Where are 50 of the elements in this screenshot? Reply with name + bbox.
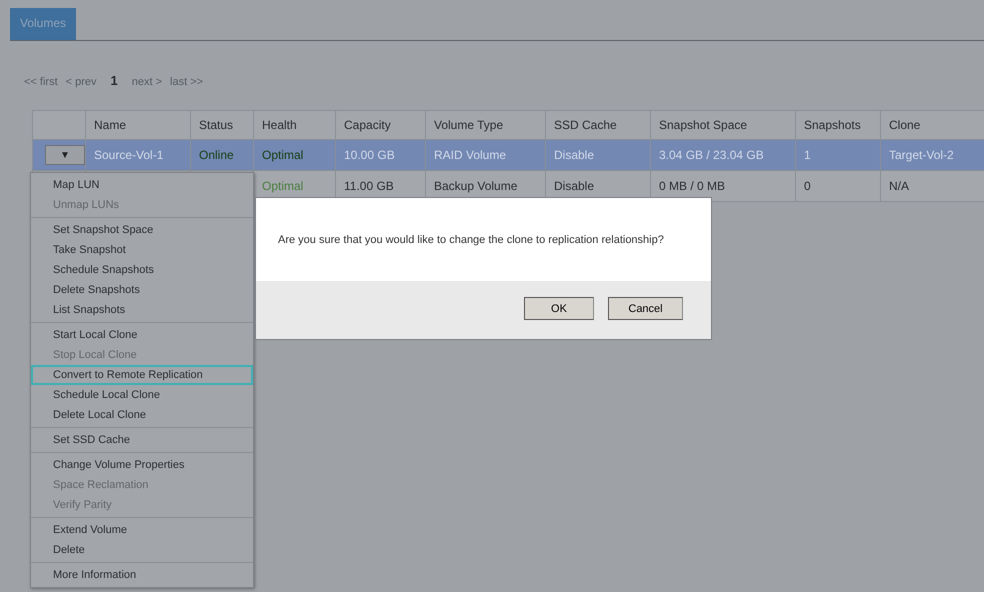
column-header: Health <box>254 110 336 140</box>
menu-item[interactable]: Delete Snapshots <box>31 280 253 300</box>
table-row[interactable]: ▼ Source-Vol-1 Online Optimal 10.00 GB RAID Volume Disable 3.04 GB / 23.04 GB 1 Target-Vol-2 <box>32 140 984 170</box>
menu-item[interactable]: Map LUN <box>31 175 253 195</box>
table-cell: Source-Vol-1 <box>94 148 164 162</box>
table-cell: Backup Volume <box>434 179 518 193</box>
dialog-message: Are you sure that you would like to change the clone to replication relationship? <box>256 198 711 281</box>
column-header: Status <box>190 110 254 140</box>
table-cell: N/A <box>889 179 910 193</box>
menu-item[interactable]: Convert to Remote Replication <box>31 365 253 385</box>
table-cell: 0 <box>804 179 811 193</box>
ok-button[interactable]: OK <box>524 297 594 320</box>
pager-link[interactable]: next > <box>132 76 162 88</box>
menu-item[interactable]: Schedule Local Clone <box>31 385 253 405</box>
menu-item[interactable]: List Snapshots <box>31 300 253 320</box>
table-cell: Disable <box>554 179 594 193</box>
table-cell: 3.04 GB / 23.04 GB <box>659 148 764 162</box>
table-cell: 1 <box>804 148 811 162</box>
table-cell: 11.00 GB <box>344 179 394 193</box>
table-cell: 10.00 GB <box>344 148 395 162</box>
table-cell: Optimal <box>262 179 304 193</box>
column-header: Snapshot Space <box>650 110 796 140</box>
table-cell: Target-Vol-2 <box>889 148 954 162</box>
current-page[interactable]: 1 <box>110 73 118 88</box>
pager-link[interactable]: last >> <box>170 76 204 88</box>
table-cell: Optimal <box>262 148 304 162</box>
cancel-button[interactable]: Cancel <box>608 297 683 320</box>
column-header: Capacity <box>336 110 426 140</box>
table-cell: RAID Volume <box>434 148 506 162</box>
menu-item[interactable]: Set SSD Cache <box>31 430 253 450</box>
menu-item[interactable]: Schedule Snapshots <box>31 260 253 280</box>
table-cell: Disable <box>554 148 594 162</box>
menu-item[interactable]: Set Snapshot Space <box>31 220 253 240</box>
table-cell: Online <box>199 148 234 162</box>
pager-link[interactable]: << first <box>24 76 58 88</box>
column-header: Clone <box>880 110 984 140</box>
table-cell: 0 MB / 0 MB <box>659 179 726 193</box>
column-header: Volume Type <box>426 110 546 140</box>
menu-item[interactable]: Change Volume Properties <box>31 455 253 475</box>
pager-link[interactable]: < prev <box>66 76 97 88</box>
menu-item[interactable]: Delete <box>31 540 253 560</box>
column-header: Snapshots <box>796 110 880 140</box>
column-header: SSD Cache <box>546 110 650 140</box>
dropdown-button[interactable]: ▼ <box>45 145 85 165</box>
menu-item[interactable]: Extend Volume <box>31 520 253 540</box>
menu-item[interactable]: More Information <box>31 565 253 585</box>
menu-item[interactable]: Start Local Clone <box>31 325 253 345</box>
menu-item[interactable]: Delete Local Clone <box>31 405 253 425</box>
menu-item[interactable]: Take Snapshot <box>31 240 253 260</box>
column-header: Name <box>86 110 190 140</box>
